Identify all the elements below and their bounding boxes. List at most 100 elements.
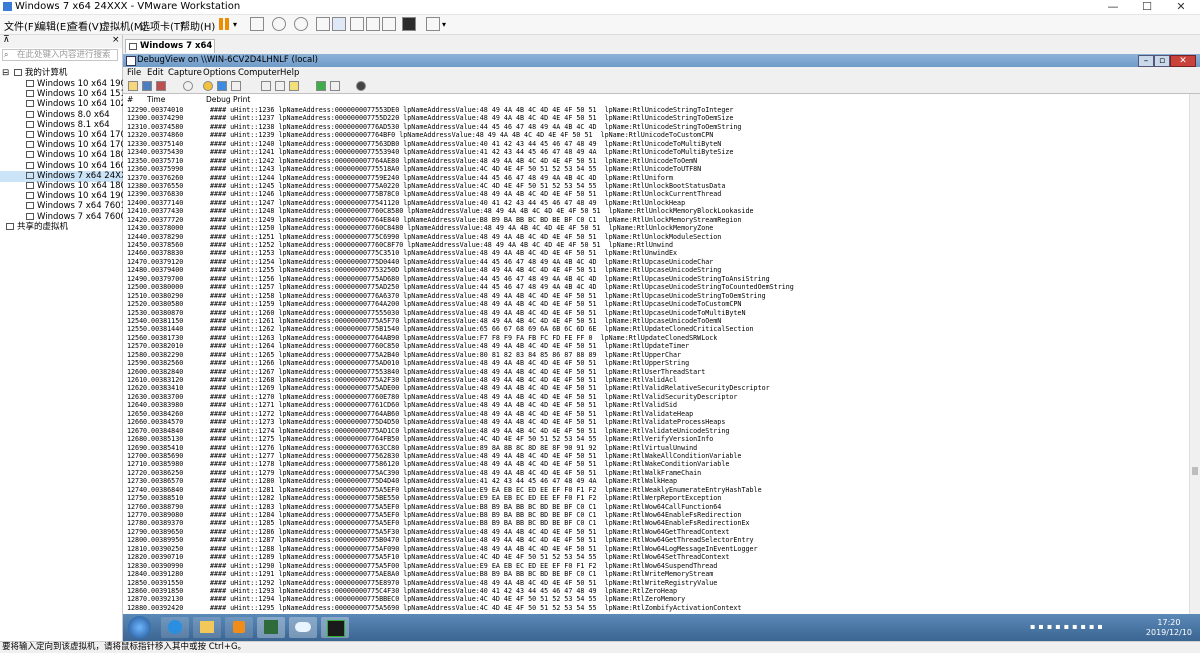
save-icon[interactable] [142, 81, 152, 91]
col-time[interactable]: Time [147, 95, 165, 104]
log-row[interactable]: 12290.00374010 #### uHint::1236 lpNameAdd… [123, 106, 1187, 114]
dv-menu-computer[interactable]: Computer [238, 68, 280, 78]
log-row[interactable]: 12810.00390250 #### uHint::1288 lpNameAdd… [123, 545, 1187, 553]
chevron-down-icon[interactable]: ▾ [442, 20, 446, 29]
log-row[interactable]: 12700.00385690 #### uHint::1277 lpNameAdd… [123, 452, 1187, 460]
filter-icon[interactable] [289, 81, 299, 91]
col-number[interactable]: # [127, 95, 133, 104]
log-row[interactable]: 12710.00385980 #### uHint::1278 lpNameAdd… [123, 460, 1187, 468]
log-row[interactable]: 12400.00377140 #### uHint::1247 lpNameAdd… [123, 199, 1187, 207]
tab-windows-7-x64-24xxx[interactable]: Windows 7 x64 24XXX [125, 39, 215, 64]
log-row[interactable]: 12750.00388510 #### uHint::1282 lpNameAdd… [123, 494, 1187, 502]
log-row[interactable]: 12430.00378000 #### uHint::1250 lpNameAdd… [123, 224, 1187, 232]
log-row[interactable]: 12800.00389950 #### uHint::1287 lpNameAdd… [123, 536, 1187, 544]
log-row[interactable]: 12500.00380000 #### uHint::1257 lpNameAdd… [123, 283, 1187, 291]
log-row[interactable]: 12390.00376830 #### uHint::1246 lpNameAdd… [123, 190, 1187, 198]
clock-icon[interactable] [275, 81, 285, 91]
library-search-input[interactable]: 在此处键入内容进行搜索 [2, 49, 118, 61]
log-row[interactable]: 12850.00391550 #### uHint::1292 lpNameAdd… [123, 579, 1187, 587]
menu-file[interactable]: 文件(F) [4, 18, 38, 33]
log-row[interactable]: 12310.00374580 #### uHint::1238 lpNameAdd… [123, 123, 1187, 131]
log-row[interactable]: 12450.00378560 #### uHint::1252 lpNameAdd… [123, 241, 1187, 249]
col-debug-print[interactable]: Debug Print [206, 95, 250, 104]
close-button[interactable]: ✕ [1164, 0, 1198, 14]
log-row[interactable]: 12640.00383980 #### uHint::1271 lpNameAdd… [123, 401, 1187, 409]
log-row[interactable]: 12520.00380580 #### uHint::1259 lpNameAdd… [123, 300, 1187, 308]
pause-icon[interactable] [219, 18, 223, 30]
thumbnail-bar-icon[interactable] [350, 17, 364, 31]
console-view-icon[interactable] [402, 17, 416, 31]
sysinternals-icon[interactable] [321, 617, 349, 638]
log-row[interactable]: 12840.00391280 #### uHint::1291 lpNameAdd… [123, 570, 1187, 578]
log-row[interactable]: 12300.00374290 #### uHint::1237 lpNameAdd… [123, 114, 1187, 122]
dv-menu-edit[interactable]: Edit [147, 68, 163, 78]
show-library-icon[interactable] [332, 17, 346, 31]
log-row[interactable]: 12830.00390990 #### uHint::1290 lpNameAdd… [123, 562, 1187, 570]
taskbar-clock[interactable]: 17:20 2019/12/10 [1146, 618, 1192, 638]
log-row[interactable]: 12860.00391850 #### uHint::1293 lpNameAdd… [123, 587, 1187, 595]
debugger-app-icon[interactable] [257, 617, 285, 638]
clear-icon[interactable] [231, 81, 241, 91]
log-row[interactable]: 12760.00388790 #### uHint::1283 lpNameAdd… [123, 503, 1187, 511]
log-row[interactable]: 12380.00376550 #### uHint::1245 lpNameAdd… [123, 182, 1187, 190]
dv-close-button[interactable]: ✕ [1170, 55, 1196, 67]
dv-maximize-button[interactable]: ▫ [1154, 55, 1170, 67]
snapshot-icon[interactable] [272, 17, 286, 31]
log-row[interactable]: 12480.00379400 #### uHint::1255 lpNameAdd… [123, 266, 1187, 274]
find-icon[interactable] [356, 81, 366, 91]
chevron-down-icon[interactable]: ▾ [233, 20, 237, 29]
log-to-file-icon[interactable] [156, 81, 166, 91]
log-row[interactable]: 12780.00389370 #### uHint::1285 lpNameAdd… [123, 519, 1187, 527]
log-row[interactable]: 12580.00382290 #### uHint::1265 lpNameAdd… [123, 351, 1187, 359]
minimize-button[interactable]: — [1096, 0, 1130, 14]
dv-menu-file[interactable]: File [127, 68, 141, 78]
log-row[interactable]: 12420.00377720 #### uHint::1249 lpNameAdd… [123, 216, 1187, 224]
capture-icon[interactable] [203, 81, 213, 91]
autoscroll-icon[interactable] [217, 81, 227, 91]
log-row[interactable]: 12690.00385410 #### uHint::1276 lpNameAdd… [123, 444, 1187, 452]
internet-explorer-icon[interactable] [161, 617, 189, 638]
time-icon[interactable] [261, 81, 271, 91]
log-row[interactable]: 12370.00376260 #### uHint::1244 lpNameAdd… [123, 174, 1187, 182]
log-row[interactable]: 12470.00379120 #### uHint::1254 lpNameAdd… [123, 258, 1187, 266]
log-row[interactable]: 12770.00389080 #### uHint::1284 lpNameAdd… [123, 511, 1187, 519]
log-row[interactable]: 12870.00392130 #### uHint::1294 lpNameAdd… [123, 595, 1187, 603]
log-row[interactable]: 12680.00385130 #### uHint::1275 lpNameAdd… [123, 435, 1187, 443]
log-row[interactable]: 12570.00382010 #### uHint::1264 lpNameAdd… [123, 342, 1187, 350]
log-row[interactable]: 12560.00381730 #### uHint::1263 lpNameAdd… [123, 334, 1187, 342]
menu-edit[interactable]: 编辑(E) [36, 18, 70, 33]
log-row[interactable]: 12460.00378830 #### uHint::1253 lpNameAdd… [123, 249, 1187, 257]
log-row[interactable]: 12410.00377430 #### uHint::1248 lpNameAdd… [123, 207, 1187, 215]
revert-snapshot-icon[interactable] [294, 17, 308, 31]
log-row[interactable]: 12540.00381150 #### uHint::1261 lpNameAdd… [123, 317, 1187, 325]
media-player-icon[interactable] [225, 617, 253, 638]
highlight-icon[interactable] [316, 81, 326, 91]
library-root-my-computer[interactable]: ⊟ 我的计算机 [0, 68, 122, 79]
scrollbar-thumb[interactable] [1192, 467, 1198, 475]
menu-tabs[interactable]: 选项卡(T) [140, 18, 184, 33]
dv-menu-capture[interactable]: Capture [168, 68, 202, 78]
system-tray[interactable]: ▪▪▪▪▪▪▪▪▪ [1030, 622, 1120, 632]
guest-screen[interactable]: DebugView on \\WIN-6CV2D4LHNLF (local) –… [123, 54, 1200, 614]
dv-minimize-button[interactable]: – [1138, 55, 1154, 67]
log-row[interactable]: 12730.00386570 #### uHint::1280 lpNameAdd… [123, 477, 1187, 485]
magnifier-icon[interactable] [183, 81, 193, 91]
log-row[interactable]: 12880.00392420 #### uHint::1295 lpNameAdd… [123, 604, 1187, 612]
log-row[interactable]: 12320.00374860 #### uHint::1239 lpNameAdd… [123, 131, 1187, 139]
log-row[interactable]: 12820.00390710 #### uHint::1289 lpNameAdd… [123, 553, 1187, 561]
snapshot-manager-icon[interactable] [316, 17, 330, 31]
log-row[interactable]: 12610.00383120 #### uHint::1268 lpNameAdd… [123, 376, 1187, 384]
dv-menu-help[interactable]: Help [280, 68, 299, 78]
dv-menu-options[interactable]: Options [203, 68, 236, 78]
log-row[interactable]: 12600.00382840 #### uHint::1267 lpNameAdd… [123, 368, 1187, 376]
history-icon[interactable] [330, 81, 340, 91]
log-row[interactable]: 12340.00375430 #### uHint::1241 lpNameAdd… [123, 148, 1187, 156]
debugview-log-list[interactable]: 12290.00374010 #### uHint::1236 lpNameAdd… [123, 106, 1187, 613]
send-ctrl-alt-del-icon[interactable] [250, 17, 264, 31]
debugview-app-icon-taskbar[interactable] [289, 617, 317, 638]
full-screen-icon[interactable] [366, 17, 380, 31]
unity-icon[interactable] [382, 17, 396, 31]
pin-icon[interactable]: ⊼ [3, 35, 10, 45]
log-row[interactable]: 12630.00383700 #### uHint::1270 lpNameAdd… [123, 393, 1187, 401]
log-row[interactable]: 12360.00375990 #### uHint::1243 lpNameAdd… [123, 165, 1187, 173]
